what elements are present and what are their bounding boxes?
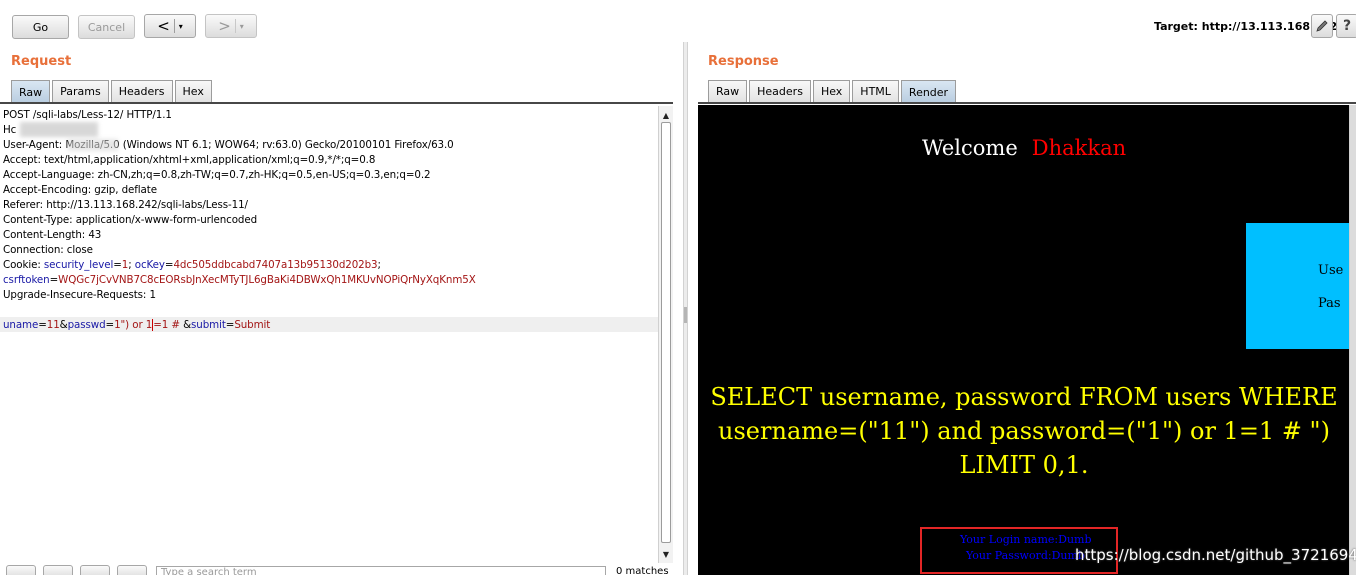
scroll-down-icon[interactable]: ▼	[659, 547, 673, 561]
help-button-bottom[interactable]	[6, 565, 36, 575]
welcome-heading: Welcome Dhakkan	[922, 136, 1126, 160]
param-value: =1 #	[153, 319, 184, 331]
referer-header: Referer: http://13.113.168.242/sqli-labs…	[3, 199, 248, 211]
tab-raw[interactable]: Raw	[708, 80, 748, 102]
response-title: Response	[708, 54, 779, 69]
watermark: https://blog.csdn.net/github_37216944	[1075, 546, 1356, 564]
param-key: submit	[191, 319, 226, 331]
help-button[interactable]: ?	[1336, 14, 1356, 38]
back-arrow-icon: <	[157, 16, 170, 35]
sql-query-text: SELECT username, password FROM users WHE…	[710, 383, 1338, 479]
forward-arrow-icon: >	[218, 16, 231, 35]
request-tabs: Raw Params Headers Hex	[11, 80, 214, 103]
password-text: Your Password:Dumb	[966, 549, 1085, 562]
chevron-down-icon[interactable]: ▾	[240, 22, 244, 31]
host-header: Hc	[3, 124, 17, 136]
separator	[173, 19, 175, 33]
request-title: Request	[11, 54, 72, 69]
cookie-prefix: Cookie:	[3, 259, 44, 271]
back-button[interactable]: < ▾	[144, 14, 196, 38]
edit-target-button[interactable]	[1311, 14, 1333, 38]
content-type-header: Content-Type: application/x-www-form-url…	[3, 214, 258, 226]
response-scrollbar[interactable]	[1349, 105, 1356, 575]
cancel-button[interactable]: Cancel	[78, 15, 135, 39]
param-key: uname	[3, 319, 39, 331]
connection-header: Connection: close	[3, 244, 93, 256]
cookie-header: Cookie: security_level=1; ocKey=4dc505dd…	[3, 259, 381, 271]
redacted-ua	[68, 139, 118, 151]
tab-render[interactable]: Render	[900, 80, 957, 103]
chevron-down-icon[interactable]: ▾	[179, 22, 183, 31]
pencil-icon	[1316, 20, 1328, 32]
cookie-value: 4dc505ddbcabd7407a13b95130d202b3	[173, 259, 378, 271]
render-view: Welcome Dhakkan Use Pas SELECT username, …	[698, 105, 1350, 575]
help-icon: ?	[1342, 18, 1352, 34]
tab-underline	[698, 102, 1356, 104]
username-label: Use	[1318, 263, 1344, 278]
tab-underline	[0, 102, 673, 104]
previous-match-button[interactable]	[43, 565, 73, 575]
accept-encoding-header: Accept-Encoding: gzip, deflate	[3, 184, 157, 196]
accept-language-header: Accept-Language: zh-CN,zh;q=0.8,zh-TW;q=…	[3, 169, 431, 181]
divider-grip[interactable]	[684, 307, 687, 323]
cookie-value: WQGc7jCvVNB7C8cEORsbJnXecMTyTJL6gBaKi4DB…	[58, 274, 476, 286]
cookie-continuation: csrftoken=WQGc7jCvVNB7C8cEORsbJnXecMTyTJ…	[3, 274, 476, 286]
go-label: Go	[32, 20, 49, 34]
content-length-header: Content-Length: 43	[3, 229, 102, 241]
login-name-text: Your Login name:Dumb	[960, 533, 1092, 546]
param-value: 1") or 1	[114, 319, 153, 331]
request-body: uname=11&passwd=1") or 1=1 # &submit=Sub…	[3, 319, 271, 331]
cookie-key: ocKey	[134, 259, 165, 271]
upgrade-header: Upgrade-Insecure-Requests: 1	[3, 289, 156, 301]
welcome-text: Welcome	[922, 136, 1018, 160]
tab-headers[interactable]: Headers	[110, 80, 173, 102]
accept-header: Accept: text/html,application/xhtml+xml,…	[3, 154, 376, 166]
param-key: passwd	[67, 319, 106, 331]
tab-params[interactable]: Params	[52, 80, 109, 102]
tab-raw[interactable]: Raw	[11, 80, 51, 103]
redacted-host	[20, 122, 98, 137]
tab-hex[interactable]: Hex	[812, 80, 851, 102]
login-form: Use Pas	[1246, 223, 1350, 349]
search-input[interactable]: Type a search term	[156, 566, 606, 575]
forward-button[interactable]: > ▾	[205, 14, 257, 38]
match-count: 0 matches	[616, 566, 669, 575]
cookie-key: security_level	[43, 259, 114, 271]
tab-headers[interactable]: Headers	[749, 80, 811, 102]
request-line: POST /sqli-labs/Less-12/ HTTP/1.1	[3, 109, 172, 121]
scroll-up-icon[interactable]: ▲	[659, 108, 673, 122]
go-button[interactable]: Go	[12, 15, 69, 39]
password-label: Pas	[1318, 296, 1341, 311]
cancel-label: Cancel	[87, 20, 126, 34]
separator	[234, 19, 236, 33]
next-match-button[interactable]	[117, 565, 147, 575]
target-label: Target: http://13.113.168.242	[1154, 20, 1338, 33]
request-editor[interactable]: POST /sqli-labs/Less-12/ HTTP/1.1 Hc Use…	[0, 106, 658, 564]
add-button[interactable]	[80, 565, 110, 575]
user-name: Dhakkan	[1031, 136, 1127, 160]
tab-html[interactable]: HTML	[852, 80, 899, 102]
param-value: Submit	[234, 319, 271, 331]
cookie-key: csrftoken	[3, 274, 50, 286]
request-scrollbar[interactable]: ▲ ▼	[658, 106, 673, 563]
cookie-value: 1	[121, 259, 129, 271]
tab-hex[interactable]: Hex	[174, 80, 212, 102]
scroll-thumb[interactable]	[661, 122, 671, 543]
param-value: 11	[46, 319, 60, 331]
response-tabs: Raw Headers Hex HTML Render	[708, 80, 958, 103]
